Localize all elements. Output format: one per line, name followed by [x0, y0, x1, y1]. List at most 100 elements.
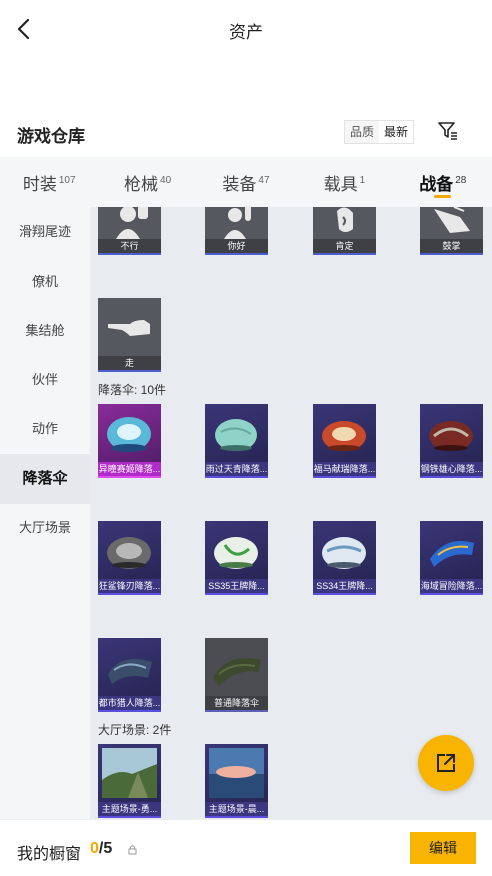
parachute-section-title: 降落伞: 10件 [98, 383, 167, 397]
lobby-scene-card[interactable]: 主题场景-晨... [205, 744, 268, 818]
tab-count: 40 [160, 175, 172, 186]
rarity-bar [98, 816, 161, 818]
rarity-bar [205, 593, 268, 595]
tab-vehicles[interactable]: 载具 1 [295, 157, 393, 207]
rarity-bar [420, 253, 483, 255]
sidebar-item-glide-trail[interactable]: 滑翔尾迹 [0, 207, 90, 257]
sort-latest-option[interactable]: 最新 [379, 121, 414, 143]
item-name: 普通降落伞 [205, 696, 268, 710]
tab-count: 28 [455, 175, 467, 186]
sidebar-item-wingman[interactable]: 僚机 [0, 257, 90, 307]
tab-label: 枪械 [124, 175, 159, 194]
item-name: 异瞳赛姬降落... [98, 462, 161, 476]
sidebar-item-companion[interactable]: 伙伴 [0, 355, 90, 405]
parachute-icon [322, 421, 366, 451]
parachute-card[interactable]: 雨过天青降落... [205, 404, 268, 478]
rarity-bar [205, 476, 268, 478]
rarity-bar [98, 476, 161, 478]
showcase-max: /5 [98, 840, 113, 857]
parachute-icon [107, 537, 151, 569]
page-title: 资产 [229, 23, 263, 42]
parachute-card[interactable]: 海域冒险降落... [420, 521, 483, 595]
edit-button[interactable]: 编辑 [410, 832, 476, 864]
emote-name: 走 [98, 356, 161, 370]
item-grid: 不行 你好 肯定 鼓掌 走 降落伞: 10件 异瞳赛姬降落... 雨过天青降落.… [90, 207, 492, 819]
rarity-bar [98, 253, 161, 255]
tab-count: 1 [359, 175, 366, 186]
parachute-card[interactable]: 都市猎人降落... [98, 638, 161, 712]
parachute-card[interactable]: 狂鲨锋刃降落... [98, 521, 161, 595]
sidebar-item-parachute[interactable]: 降落伞 [0, 454, 90, 504]
sidebar-item-emote[interactable]: 动作 [0, 404, 90, 454]
rarity-bar [313, 593, 376, 595]
parachute-card[interactable]: 福马献瑞降落... [313, 404, 376, 478]
tab-label: 载具 [323, 175, 358, 194]
emote-name: 你好 [205, 239, 268, 253]
filter-icon[interactable] [437, 120, 459, 142]
parachute-card[interactable]: SS35王牌降... [205, 521, 268, 595]
lobby-section-title: 大厅场景: 2件 [98, 723, 172, 737]
sidebar-item-pod[interactable]: 集结舱 [0, 306, 90, 356]
point-hand-icon [108, 320, 150, 336]
parachute-card[interactable]: 异瞳赛姬降落... [98, 404, 161, 478]
emote-name: 鼓掌 [420, 239, 483, 253]
scene-thumbnail [102, 748, 157, 798]
active-tab-indicator [434, 195, 451, 198]
category-tabs: 时装 107 枪械 40 装备 47 载具 1 战备 28 [0, 157, 492, 207]
parachute-icon [215, 419, 257, 451]
parachute-icon [108, 658, 152, 684]
wave-hello-icon [224, 207, 251, 239]
nod-head-icon [337, 207, 353, 232]
item-name: 海域冒险降落... [420, 579, 483, 593]
sidebar: 滑翔尾迹 僚机 集结舱 伙伴 动作 降落伞 大厅场景 [0, 207, 90, 819]
hand-stop-icon [116, 207, 148, 239]
rarity-bar [420, 476, 483, 478]
emote-card[interactable]: 走 [98, 298, 161, 372]
rarity-bar [420, 593, 483, 595]
clap-icon [434, 207, 470, 233]
sidebar-item-lobby-scene[interactable]: 大厅场景 [0, 503, 90, 553]
item-name: 雨过天青降落... [205, 462, 268, 476]
rarity-bar [98, 593, 161, 595]
parachute-icon [430, 541, 474, 567]
tab-combat-gear[interactable]: 战备 28 [394, 157, 492, 207]
showcase-label: 我的橱窗 [17, 846, 82, 863]
sort-quality-option[interactable]: 品质 [345, 121, 379, 143]
rarity-bar [205, 253, 268, 255]
emote-card[interactable]: 你好 [205, 207, 268, 255]
tab-equipment[interactable]: 装备 47 [197, 157, 295, 207]
item-name: 主题场景-晨... [205, 802, 268, 816]
tab-count: 47 [258, 175, 270, 186]
top-bar: 资产 [0, 0, 492, 58]
sort-toggle: 品质 最新 [344, 120, 415, 144]
item-name: 福马献瑞降落... [313, 462, 376, 476]
emote-card[interactable]: 鼓掌 [420, 207, 483, 255]
parachute-icon [429, 421, 473, 451]
rarity-bar [98, 370, 161, 372]
item-name: 都市猎人降落... [98, 696, 161, 710]
share-button[interactable] [418, 735, 474, 791]
showcase-current: 0 [90, 840, 99, 857]
parachute-card[interactable]: SS34王牌降... [313, 521, 376, 595]
emote-card[interactable]: 不行 [98, 207, 161, 255]
bottom-bar: 我的橱窗 0/5 编辑 [0, 819, 492, 876]
tab-label: 时装 [22, 175, 57, 194]
emote-card[interactable]: 肯定 [313, 207, 376, 255]
item-name: SS34王牌降... [313, 579, 376, 593]
tab-label: 装备 [222, 175, 257, 194]
parachute-icon [322, 537, 366, 569]
tab-fashion[interactable]: 时装 107 [0, 157, 98, 207]
lobby-scene-card[interactable]: 主题场景-勇... [98, 744, 161, 818]
parachute-icon [213, 658, 261, 686]
item-name: 狂鲨锋刃降落... [98, 579, 161, 593]
share-icon [437, 754, 455, 772]
rarity-bar [205, 710, 268, 712]
parachute-icon [107, 417, 151, 452]
rarity-bar [205, 816, 268, 818]
lock-icon [128, 845, 137, 855]
tab-firearms[interactable]: 枪械 40 [98, 157, 196, 207]
parachute-card[interactable]: 钢铁雄心降落... [420, 404, 483, 478]
warehouse-title: 游戏仓库 [17, 127, 85, 146]
showcase-count: 0/5 [90, 840, 112, 858]
parachute-card[interactable]: 普通降落伞 [205, 638, 268, 712]
